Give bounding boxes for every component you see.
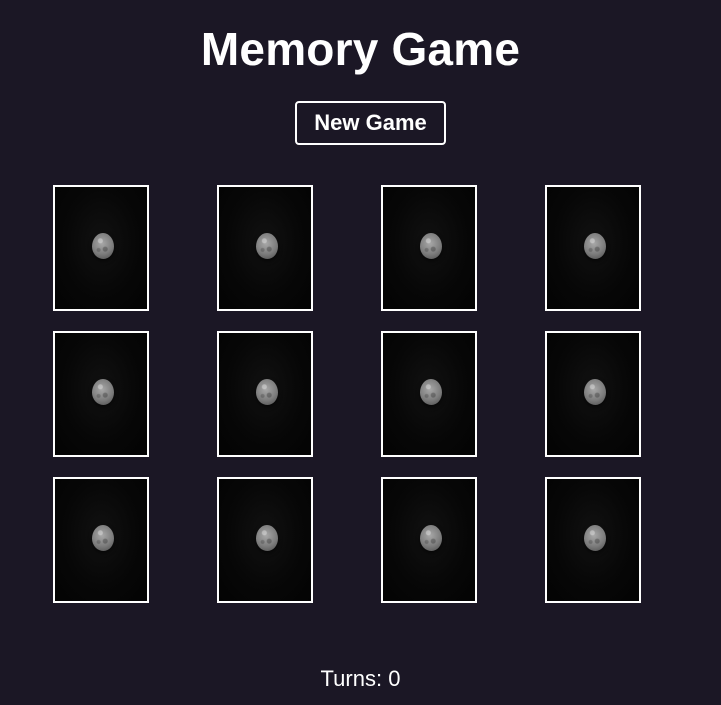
stone-icon	[92, 233, 114, 259]
card[interactable]	[53, 185, 149, 311]
turns-counter: Turns: 0	[320, 666, 401, 691]
stone-icon	[584, 379, 606, 405]
card[interactable]	[217, 331, 313, 457]
card[interactable]	[545, 185, 641, 311]
card[interactable]	[53, 331, 149, 457]
page-title: Memory Game	[200, 23, 521, 75]
stone-icon	[256, 379, 278, 405]
stone-icon	[256, 233, 278, 259]
card[interactable]	[217, 477, 313, 603]
card-grid	[53, 185, 641, 603]
card[interactable]	[381, 185, 477, 311]
stone-icon	[584, 233, 606, 259]
stone-icon	[420, 233, 442, 259]
stone-icon	[256, 525, 278, 551]
card[interactable]	[217, 185, 313, 311]
stone-icon	[92, 379, 114, 405]
card[interactable]	[545, 331, 641, 457]
stone-icon	[420, 525, 442, 551]
stone-icon	[420, 379, 442, 405]
stone-icon	[92, 525, 114, 551]
card[interactable]	[53, 477, 149, 603]
card[interactable]	[381, 477, 477, 603]
stone-icon	[584, 525, 606, 551]
card[interactable]	[381, 331, 477, 457]
new-game-button[interactable]: New Game	[295, 101, 446, 145]
card[interactable]	[545, 477, 641, 603]
